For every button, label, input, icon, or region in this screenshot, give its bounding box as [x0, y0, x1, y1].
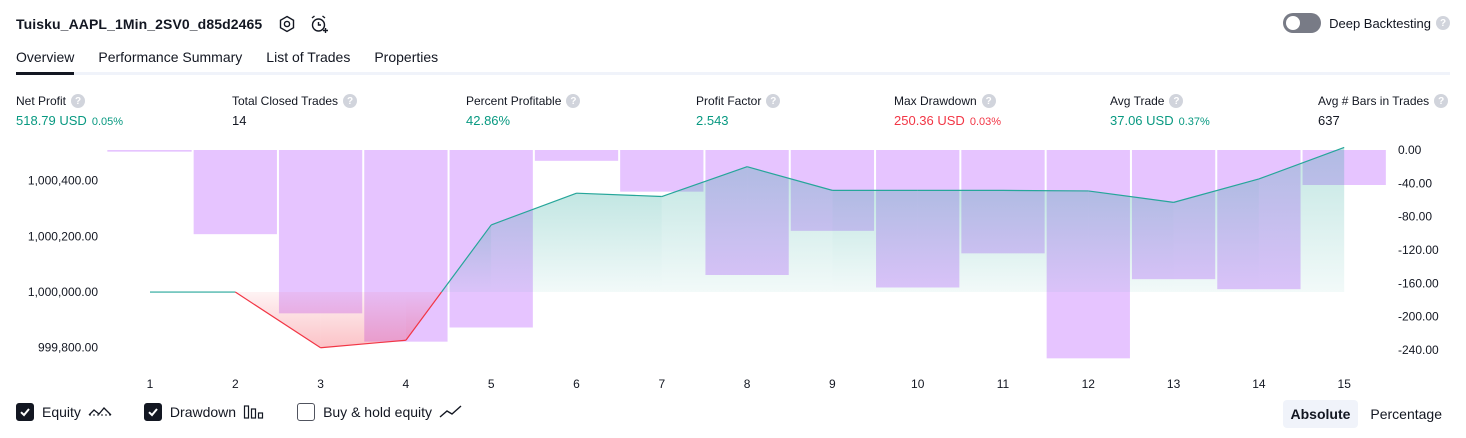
x-axis-tick-label: 13	[1167, 377, 1181, 391]
x-axis-tick-label: 9	[829, 377, 836, 391]
help-icon[interactable]: ?	[1436, 16, 1450, 30]
buyhold-checkbox[interactable]	[297, 403, 316, 421]
metric-percent: 0.03%	[969, 116, 1002, 128]
drawdown-bar	[534, 150, 619, 161]
deep-backtesting-toggle[interactable]	[1283, 13, 1322, 33]
deep-backtesting-label: Deep Backtesting	[1329, 15, 1431, 31]
right-axis-tick-label: -200.00	[1398, 310, 1439, 324]
metric-avg-bars: Avg # Bars in Trades? 637	[1318, 93, 1449, 128]
metric-value: 637	[1318, 113, 1340, 128]
equity-area	[576, 193, 662, 293]
x-axis-tick-label: 12	[1082, 377, 1096, 391]
percentage-button[interactable]: Percentage	[1362, 400, 1450, 428]
x-axis-tick-label: 5	[488, 377, 495, 391]
help-icon[interactable]: ?	[1169, 94, 1184, 108]
metric-percent-profitable: Percent Profitable? 42.86%	[466, 93, 581, 128]
metric-max-drawdown: Max Drawdown? 250.36 USD 0.03%	[894, 93, 1001, 128]
value-mode-switch: Absolute Percentage	[1279, 400, 1451, 428]
x-axis-tick-label: 3	[317, 377, 324, 391]
left-axis-tick-label: 1,000,000.00	[28, 285, 98, 299]
tab-list-of-trades[interactable]: List of Trades	[266, 44, 350, 72]
tab-overview[interactable]: Overview	[16, 44, 75, 75]
equity-area	[1003, 190, 1089, 293]
equity-area	[1088, 190, 1174, 293]
help-icon[interactable]: ?	[566, 94, 581, 108]
help-icon[interactable]: ?	[766, 94, 781, 108]
left-axis-tick-label: 999,800.00	[38, 341, 98, 355]
metric-label: Percent Profitable	[466, 94, 562, 108]
metric-profit-factor: Profit Factor? 2.543	[696, 93, 781, 128]
drawdown-bar	[193, 150, 277, 235]
tab-performance-summary[interactable]: Performance Summary	[98, 44, 242, 72]
help-icon[interactable]: ?	[1434, 94, 1449, 108]
help-icon[interactable]: ?	[343, 94, 358, 108]
equity-area	[832, 190, 918, 293]
metric-value: 37.06 USD	[1110, 113, 1174, 128]
metric-label: Net Profit	[16, 94, 67, 108]
drawdown-bar	[107, 150, 192, 152]
drawdown-bars-icon	[243, 404, 265, 420]
metric-value: 14	[232, 113, 247, 128]
metric-value: 518.79 USD	[16, 113, 87, 128]
metric-percent: 0.05%	[91, 116, 124, 128]
strategy-header: Tuisku_AAPL_1Min_2SV0_d85d2465	[16, 12, 330, 36]
metric-label: Max Drawdown	[894, 94, 977, 108]
x-axis-tick-label: 15	[1338, 377, 1352, 391]
x-axis-tick-label: 8	[744, 377, 751, 391]
x-axis-tick-label: 1	[147, 377, 154, 391]
x-axis-tick-label: 6	[573, 377, 580, 391]
legend-buyhold-toggle[interactable]: Buy & hold equity	[297, 403, 463, 421]
legend-equity-label: Equity	[42, 404, 81, 420]
buyhold-line-icon	[439, 404, 463, 420]
drawdown-bar	[620, 150, 704, 192]
x-axis-tick-label: 4	[403, 377, 410, 391]
equity-drawdown-area	[320, 292, 406, 348]
right-axis-tick-label: -240.00	[1398, 343, 1439, 357]
left-axis-tick-label: 1,000,200.00	[28, 229, 98, 243]
metric-avg-trade: Avg Trade? 37.06 USD 0.37%	[1110, 93, 1210, 128]
metric-value: 2.543	[696, 113, 729, 128]
drawdown-checkbox[interactable]	[143, 403, 162, 421]
metric-value: 42.86%	[466, 113, 511, 128]
metric-net-profit: Net Profit? 518.79 USD 0.05%	[16, 93, 123, 128]
right-axis-tick-label: -160.00	[1398, 276, 1439, 290]
deep-backtesting-control: Deep Backtesting ?	[1283, 13, 1450, 33]
report-tabs: Overview Performance Summary List of Tra…	[16, 44, 1450, 75]
equity-line-segment	[1002, 189, 1089, 192]
metric-percent: 0.37%	[1178, 116, 1210, 128]
alarm-clock-add-icon[interactable]	[308, 13, 330, 35]
settings-gear-icon[interactable]	[276, 13, 298, 35]
equity-drawdown-chart[interactable]: 1,000,400.00 1,000,200.00 1,000,000.00 999,…	[0, 140, 1466, 395]
metric-value: 250.36 USD	[894, 113, 965, 128]
strategy-title: Tuisku_AAPL_1Min_2SV0_d85d2465	[16, 16, 263, 32]
legend-equity-toggle[interactable]: Equity	[16, 403, 112, 421]
chart-legend: Equity Drawdown Buy & hold equity	[16, 403, 495, 421]
equity-area	[917, 190, 1003, 293]
right-axis-tick-label: 0.00	[1398, 143, 1422, 157]
tab-properties[interactable]: Properties	[374, 44, 438, 72]
metric-label: Profit Factor	[696, 94, 762, 108]
left-axis-tick-label: 1,000,400.00	[28, 174, 98, 188]
legend-drawdown-toggle[interactable]: Drawdown	[143, 403, 265, 421]
equity-checkbox[interactable]	[16, 403, 34, 421]
drawdown-bar	[278, 150, 363, 314]
metric-label: Total Closed Trades	[232, 94, 339, 108]
right-axis-tick-label: -40.00	[1398, 176, 1432, 190]
x-axis-tick-label: 10	[911, 377, 925, 391]
legend-drawdown-label: Drawdown	[169, 404, 237, 420]
metric-label: Avg # Bars in Trades	[1318, 94, 1430, 108]
x-axis-tick-label: 2	[232, 377, 239, 391]
help-icon[interactable]: ?	[71, 94, 86, 108]
equity-line-icon	[88, 404, 112, 420]
help-icon[interactable]: ?	[981, 94, 996, 108]
x-axis-tick-label: 11	[997, 377, 1010, 391]
metric-label: Avg Trade	[1110, 94, 1165, 108]
legend-buyhold-label: Buy & hold equity	[323, 404, 433, 420]
right-axis-tick-label: -120.00	[1398, 243, 1439, 257]
x-axis-tick-label: 7	[658, 377, 665, 391]
right-axis-tick-label: -80.00	[1398, 210, 1432, 224]
x-axis-tick-label: 14	[1252, 377, 1266, 391]
absolute-button[interactable]: Absolute	[1282, 400, 1359, 428]
metric-total-closed-trades: Total Closed Trades? 14	[232, 93, 358, 128]
